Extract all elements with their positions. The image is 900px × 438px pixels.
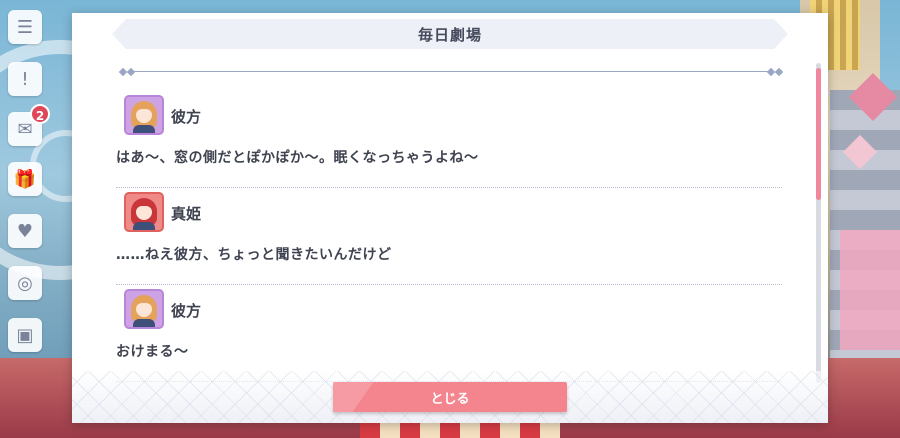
menu-icon[interactable]: ☰ (8, 10, 42, 44)
background-sign (840, 230, 900, 350)
dialogue-entry: 彼方 おけまる〜 (116, 285, 782, 382)
gift-icon[interactable]: 🎁 (8, 162, 42, 196)
divider-diamond (126, 67, 136, 77)
dialog-title-bar: 毎日劇場 (112, 19, 788, 49)
notice-icon[interactable]: ! (8, 62, 42, 96)
scrollbar-thumb[interactable] (816, 68, 821, 200)
dialogue-text: ……ねえ彼方、ちょっと聞きたいんだけど (116, 247, 392, 263)
speaker-name: 彼方 (171, 302, 202, 320)
side-menu: ☰ ! ✉ 2 🎁 ♥ ◎ ▣ (0, 0, 54, 438)
camera-icon[interactable]: ▣ (8, 318, 42, 352)
kanata-avatar (124, 95, 164, 135)
shop-icon[interactable]: ◎ (8, 266, 42, 300)
speaker-name: 彼方 (171, 108, 202, 126)
dialogue-entry: 彼方 はあ〜、窓の側だとぽかぽか〜。眠くなっちゃうよね〜 (116, 91, 782, 188)
maki-avatar (124, 192, 164, 232)
daily-theater-dialog: 毎日劇場 彼方 はあ〜、窓の側だとぽかぽか〜。眠くなっちゃうよね〜 真姫 ……ね… (72, 13, 828, 423)
dialogue-entry: 真姫 ……ねえ彼方、ちょっと聞きたいんだけど (116, 188, 782, 285)
divider-line (130, 71, 772, 72)
notification-badge: 2 (30, 104, 50, 124)
divider-diamond (774, 67, 784, 77)
dialogue-list[interactable]: 彼方 はあ〜、窓の側だとぽかぽか〜。眠くなっちゃうよね〜 真姫 ……ねえ彼方、ち… (116, 91, 782, 382)
dialog-title: 毎日劇場 (417, 25, 482, 44)
dialogue-text: おけまる〜 (116, 344, 189, 360)
kanata-avatar (124, 289, 164, 329)
dialogue-text: はあ〜、窓の側だとぽかぽか〜。眠くなっちゃうよね〜 (116, 150, 479, 166)
title-divider (118, 67, 784, 77)
speaker-name: 真姫 (171, 205, 202, 223)
card-icon[interactable]: ♥ (8, 214, 42, 248)
close-button[interactable]: とじる (333, 382, 567, 412)
